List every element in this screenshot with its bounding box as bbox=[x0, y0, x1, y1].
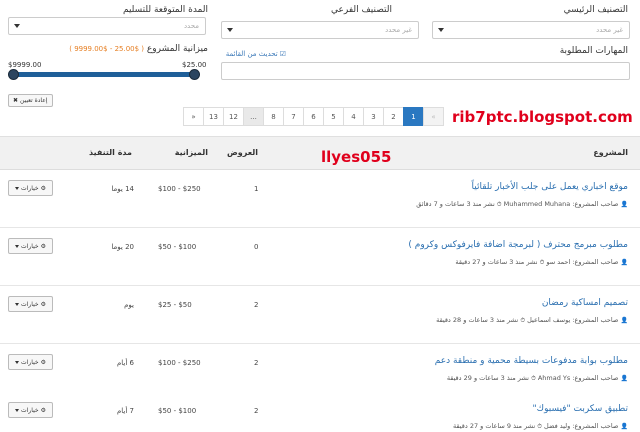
main-category-select[interactable]: غير محدد bbox=[432, 21, 630, 39]
budget-slider-track[interactable] bbox=[12, 72, 195, 77]
project-title-link[interactable]: موقع اخباري يعمل على جلب الأخبار تلقائيا… bbox=[472, 182, 628, 192]
options-button[interactable]: ⚙ خيارات bbox=[8, 238, 53, 254]
delivery-select[interactable]: محدد bbox=[8, 17, 206, 35]
pagination-next[interactable]: » bbox=[183, 107, 204, 126]
page-5[interactable]: 5 bbox=[323, 107, 344, 126]
budget-label: ميزانية المشروع ( $25.00 - $9999.00 ) bbox=[69, 44, 208, 54]
project-title-link[interactable]: مطلوب مبرمج محترف ( لبرمجة اضافة فايرفوك… bbox=[408, 240, 628, 250]
page-2[interactable]: 2 bbox=[383, 107, 404, 126]
user-icon: 👤 bbox=[620, 375, 628, 382]
page-6[interactable]: 6 bbox=[303, 107, 324, 126]
caret-down-icon bbox=[15, 244, 20, 248]
page-1[interactable]: 1 bbox=[403, 107, 424, 126]
budget-slider-min-handle[interactable] bbox=[189, 69, 200, 80]
page-8[interactable]: 8 bbox=[263, 107, 284, 126]
page-7[interactable]: 7 bbox=[283, 107, 304, 126]
project-meta: 👤 صاحب المشروع: احمد سو ⏱ نشر منذ 3 ساعا… bbox=[455, 258, 628, 266]
chevron-down-icon bbox=[438, 28, 444, 32]
bids-count: 2 bbox=[254, 301, 259, 309]
skills-label: المهارات المطلوبة bbox=[559, 46, 628, 56]
bids-count: 0 bbox=[254, 243, 259, 251]
project-title-link[interactable]: تصميم امساكية رمضان bbox=[542, 298, 628, 308]
sub-category-select[interactable]: غير محدد bbox=[221, 21, 419, 39]
update-from-list-link[interactable]: ☑تحديث من القائمة bbox=[226, 50, 286, 58]
budget-value: $50 - $100 bbox=[158, 407, 197, 415]
clock-icon: ⏱ bbox=[537, 423, 542, 430]
col-project: المشروع bbox=[593, 148, 628, 157]
user-icon: 👤 bbox=[620, 423, 628, 430]
sub-category-label: التصنيف الفرعي bbox=[330, 5, 392, 15]
budget-slider-max-handle[interactable] bbox=[8, 69, 19, 80]
gear-icon: ⚙ bbox=[40, 406, 46, 414]
budget-value: $100 - $250 bbox=[158, 359, 201, 367]
clock-icon: ⏱ bbox=[520, 317, 526, 324]
col-budget: الميزانية bbox=[174, 148, 208, 157]
page-ellipsis: ... bbox=[243, 107, 264, 126]
blog-watermark: rib7ptc.blogspot.com bbox=[452, 108, 633, 126]
close-icon: ✖ bbox=[13, 97, 19, 104]
table-row: تصميم امساكية رمضان 👤 صاحب المشروع: يوسف… bbox=[0, 286, 640, 344]
slider-max-label: $9999.00 bbox=[8, 61, 42, 69]
clock-icon: ⏱ bbox=[531, 375, 536, 382]
duration-value: 20 يوما bbox=[111, 243, 134, 251]
user-icon: 👤 bbox=[620, 259, 628, 266]
reset-button[interactable]: إعادة تعيين ✖ bbox=[8, 94, 53, 107]
duration-value: يوم bbox=[124, 301, 134, 309]
options-button[interactable]: ⚙ خيارات bbox=[8, 296, 53, 312]
user-watermark: llyes055 bbox=[321, 148, 392, 166]
project-meta: 👤 صاحب المشروع: يوسف اسماعيل ⏱ نشر منذ 3… bbox=[436, 316, 628, 324]
gear-icon: ⚙ bbox=[40, 358, 46, 366]
budget-value: $25 - $50 bbox=[158, 301, 192, 309]
project-meta: 👤 صاحب المشروع: Muhammed Muhana ⏱ نشر من… bbox=[416, 200, 628, 208]
clock-icon: ⏱ bbox=[496, 201, 502, 208]
user-icon: 👤 bbox=[620, 317, 628, 324]
table-row: تطبيق سكربت "فيسبوك" 👤 صاحب المشروع: ولي… bbox=[0, 392, 640, 432]
clock-icon: ⏱ bbox=[539, 259, 545, 266]
main-category-label: التصنيف الرئيسي bbox=[563, 5, 628, 15]
project-title-link[interactable]: تطبيق سكربت "فيسبوك" bbox=[533, 404, 628, 414]
budget-value: $50 - $100 bbox=[158, 243, 197, 251]
gear-icon: ⚙ bbox=[40, 184, 46, 192]
col-duration: مدة التنفيذ bbox=[88, 148, 132, 157]
pagination-prev[interactable]: « bbox=[423, 107, 444, 126]
delivery-label: المدة المتوقعة للتسليم bbox=[122, 5, 208, 15]
chevron-down-icon bbox=[227, 28, 233, 32]
chevron-down-icon bbox=[14, 24, 20, 28]
duration-value: 6 أيام bbox=[116, 359, 134, 367]
page-4[interactable]: 4 bbox=[343, 107, 364, 126]
duration-value: 7 أيام bbox=[116, 407, 134, 415]
options-button[interactable]: ⚙ خيارات bbox=[8, 354, 53, 370]
gear-icon: ⚙ bbox=[40, 242, 46, 250]
caret-down-icon bbox=[15, 408, 20, 412]
gear-icon: ⚙ bbox=[40, 300, 46, 308]
page-13[interactable]: 13 bbox=[203, 107, 224, 126]
project-meta: 👤 صاحب المشروع: وليد فضل ⏱ نشر منذ 9 ساع… bbox=[453, 422, 628, 430]
table-row: مطلوب مبرمج محترف ( لبرمجة اضافة فايرفوك… bbox=[0, 228, 640, 286]
bids-count: 2 bbox=[254, 359, 259, 367]
page-3[interactable]: 3 bbox=[363, 107, 384, 126]
bids-count: 1 bbox=[254, 185, 259, 193]
col-bids: العروض bbox=[227, 148, 258, 157]
page-12[interactable]: 12 bbox=[223, 107, 244, 126]
options-button[interactable]: ⚙ خيارات bbox=[8, 402, 53, 418]
budget-value: $100 - $250 bbox=[158, 185, 201, 193]
skills-input[interactable] bbox=[221, 62, 630, 80]
caret-down-icon bbox=[15, 302, 20, 306]
project-meta: 👤 صاحب المشروع: Ahmad Ys ⏱ نشر منذ 3 ساع… bbox=[446, 374, 628, 382]
caret-down-icon bbox=[15, 186, 20, 190]
caret-down-icon bbox=[15, 360, 20, 364]
budget-range: ( $25.00 - $9999.00 ) bbox=[69, 45, 145, 53]
slider-min-label: $25.00 bbox=[182, 61, 207, 69]
table-header: المشروع العروض الميزانية مدة التنفيذ bbox=[0, 136, 640, 170]
check-icon: ☑ bbox=[279, 50, 286, 58]
bids-count: 2 bbox=[254, 407, 259, 415]
filter-panel: التصنيف الرئيسي غير محدد التصنيف الفرعي … bbox=[0, 0, 640, 107]
table-row: موقع اخباري يعمل على جلب الأخبار تلقائيا… bbox=[0, 170, 640, 228]
options-button[interactable]: ⚙ خيارات bbox=[8, 180, 53, 196]
project-title-link[interactable]: مطلوب بوابة مدفوعات بسيطة محمية و منطقة … bbox=[435, 356, 628, 366]
pagination: « 1 2 3 4 5 6 7 8 ... 12 13 » bbox=[183, 107, 444, 126]
duration-value: 14 يوما bbox=[111, 185, 134, 193]
user-icon: 👤 bbox=[620, 201, 628, 208]
